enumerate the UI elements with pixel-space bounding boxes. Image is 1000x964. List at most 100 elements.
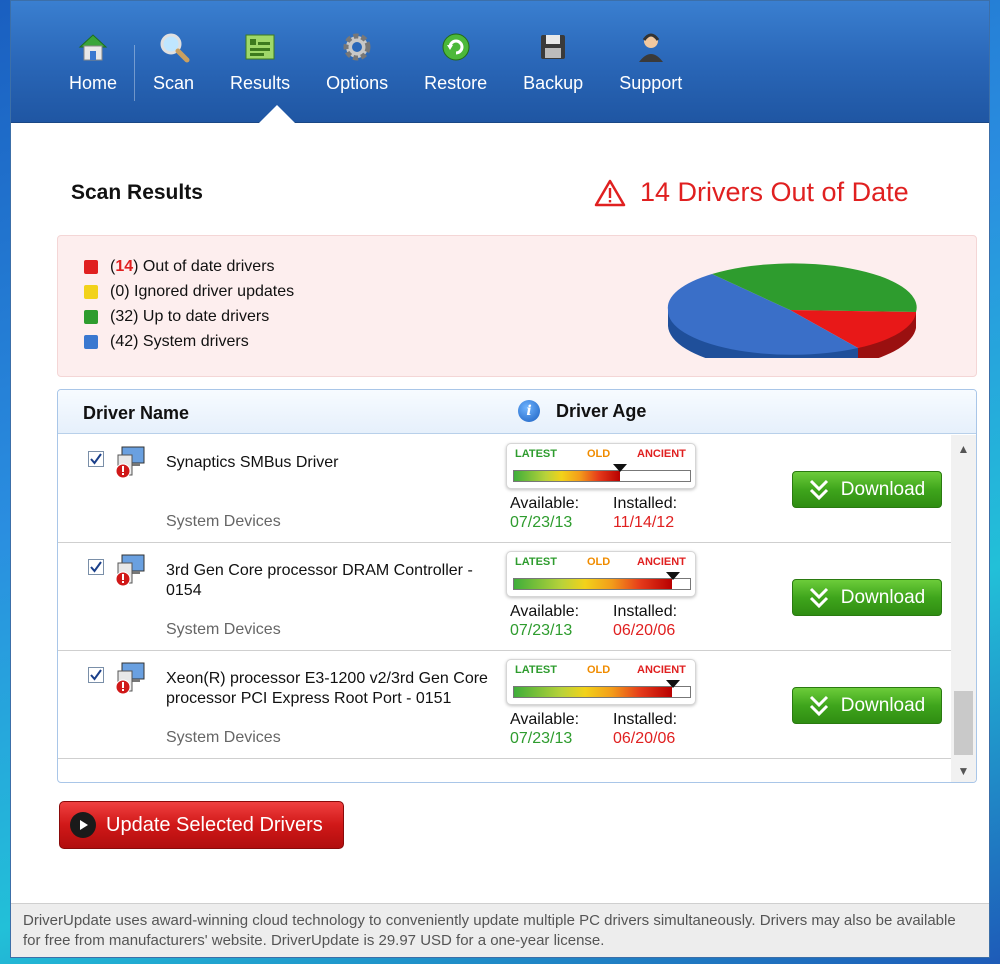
nav-restore[interactable]: Restore [406, 29, 505, 94]
table-row: Synaptics SMBus Driver System Devices LA… [58, 435, 951, 543]
gauge-latest-label: LATEST [515, 664, 557, 676]
legend-count: 14 [115, 257, 134, 275]
yellow-swatch [84, 284, 98, 299]
play-icon [70, 812, 96, 838]
info-icon[interactable]: i [518, 400, 540, 422]
nav-backup[interactable]: Backup [505, 29, 601, 94]
gauge-fill [514, 471, 620, 481]
gauge-marker [666, 680, 681, 688]
available-label: Available: [510, 603, 580, 620]
driver-name: 3rd Gen Core processor DRAM Controller -… [166, 562, 473, 599]
nav-backup-label: Backup [523, 73, 584, 93]
checkmark-icon [90, 453, 102, 465]
driver-name: Synaptics SMBus Driver [166, 454, 339, 471]
scroll-up-icon[interactable]: ▲ [951, 439, 976, 459]
download-label: Download [840, 694, 926, 716]
nav-home[interactable]: Home [51, 29, 136, 101]
installed-label: Installed: [613, 711, 678, 728]
available-label: Available: [510, 711, 580, 728]
device-warning-icon [112, 445, 148, 486]
driver-legend: (14) Out of date drivers (0) Ignored dri… [84, 254, 294, 354]
nav-options-label: Options [326, 73, 389, 93]
checkmark-icon [90, 561, 102, 573]
legend-ignored: (0) Ignored driver updates [84, 279, 294, 304]
floppy-icon [535, 29, 571, 65]
installed-date: 11/14/12 [613, 514, 675, 531]
available-label: Available: [510, 495, 580, 512]
gauge-fill [514, 687, 673, 697]
restore-icon [438, 29, 474, 65]
summary-panel: (14) Out of date drivers (0) Ignored dri… [57, 235, 977, 377]
gauge-bar [513, 686, 691, 698]
out-of-date-alert: 14 Drivers Out of Date [594, 177, 909, 208]
magnifier-icon [156, 29, 192, 65]
legend-out-of-date: (14) Out of date drivers [84, 254, 294, 279]
driver-table: Driver Name i Driver Age Synaptics SMBus… [57, 389, 977, 783]
driver-age-gauge: LATEST OLD ANCIENT [506, 551, 696, 597]
main-nav: Home Scan Results Options Restore Backup… [51, 29, 700, 101]
table-scrollbar[interactable]: ▲ ▼ [951, 435, 976, 782]
download-label: Download [840, 478, 926, 500]
gauge-ancient-label: ANCIENT [637, 664, 686, 676]
installed-date: 06/20/06 [613, 622, 676, 639]
driver-checkbox[interactable] [88, 451, 104, 467]
gauge-fill [514, 579, 673, 589]
col-driver-age-label: Driver Age [556, 400, 647, 421]
installed-date: 06/20/06 [613, 730, 676, 747]
download-button[interactable]: Download [792, 579, 942, 616]
driver-name: Xeon(R) processor E3-1200 v2/3rd Gen Cor… [166, 670, 488, 707]
driver-checkbox[interactable] [88, 667, 104, 683]
installed-label: Installed: [613, 603, 678, 620]
nav-options[interactable]: Options [308, 29, 406, 94]
available-date: 07/23/13 [510, 730, 573, 747]
device-warning-icon [112, 661, 148, 702]
gauge-ancient-label: ANCIENT [637, 448, 686, 460]
green-swatch [84, 309, 98, 324]
scroll-down-icon[interactable]: ▼ [951, 761, 976, 781]
update-label: Update Selected Drivers [106, 813, 323, 836]
driver-pie-chart [667, 263, 917, 358]
available-date: 07/23/13 [510, 622, 573, 639]
nav-results-label: Results [230, 73, 291, 93]
table-header: Driver Name i Driver Age [58, 390, 976, 434]
legend-label: Ignored driver updates [134, 282, 295, 300]
nav-support-label: Support [619, 73, 683, 93]
legend-count: 42 [115, 332, 134, 350]
gauge-latest-label: LATEST [515, 556, 557, 568]
table-row: Xeon(R) processor E3-1200 v2/3rd Gen Cor… [58, 651, 951, 759]
page-title: Scan Results [71, 181, 203, 204]
gauge-old-label: OLD [587, 664, 611, 676]
warning-icon [594, 179, 626, 206]
legend-label: Out of date drivers [142, 257, 275, 275]
gauge-latest-label: LATEST [515, 448, 557, 460]
footer-notice: DriverUpdate uses award-winning cloud te… [11, 903, 989, 957]
device-warning-icon [112, 553, 148, 594]
gear-icon [339, 29, 375, 65]
gauge-marker [612, 464, 627, 472]
results-icon [242, 29, 278, 65]
download-button[interactable]: Download [792, 687, 942, 724]
col-driver-name: Driver Name [83, 403, 190, 423]
driver-checkbox[interactable] [88, 559, 104, 575]
download-chevron-icon [809, 479, 828, 500]
legend-system: (42) System drivers [84, 329, 294, 354]
scroll-thumb[interactable] [954, 691, 973, 755]
alert-text: 14 Drivers Out of Date [640, 177, 909, 207]
active-tab-pointer [259, 105, 295, 123]
nav-results[interactable]: Results [212, 29, 308, 94]
download-button[interactable]: Download [792, 471, 942, 508]
gauge-marker [666, 572, 681, 580]
driver-category: System Devices [166, 729, 281, 746]
red-swatch [84, 259, 98, 274]
update-selected-drivers-button[interactable]: Update Selected Drivers [59, 801, 344, 849]
support-person-icon [633, 29, 669, 65]
top-navigation-bar: Home Scan Results Options Restore Backup… [11, 1, 989, 123]
gauge-bar [513, 470, 691, 482]
available-date: 07/23/13 [510, 514, 573, 531]
nav-restore-label: Restore [424, 73, 488, 93]
legend-up-to-date: (32) Up to date drivers [84, 304, 294, 329]
nav-support[interactable]: Support [601, 29, 700, 94]
driver-category: System Devices [166, 513, 281, 530]
nav-home-label: Home [69, 73, 118, 93]
nav-scan[interactable]: Scan [135, 29, 212, 94]
